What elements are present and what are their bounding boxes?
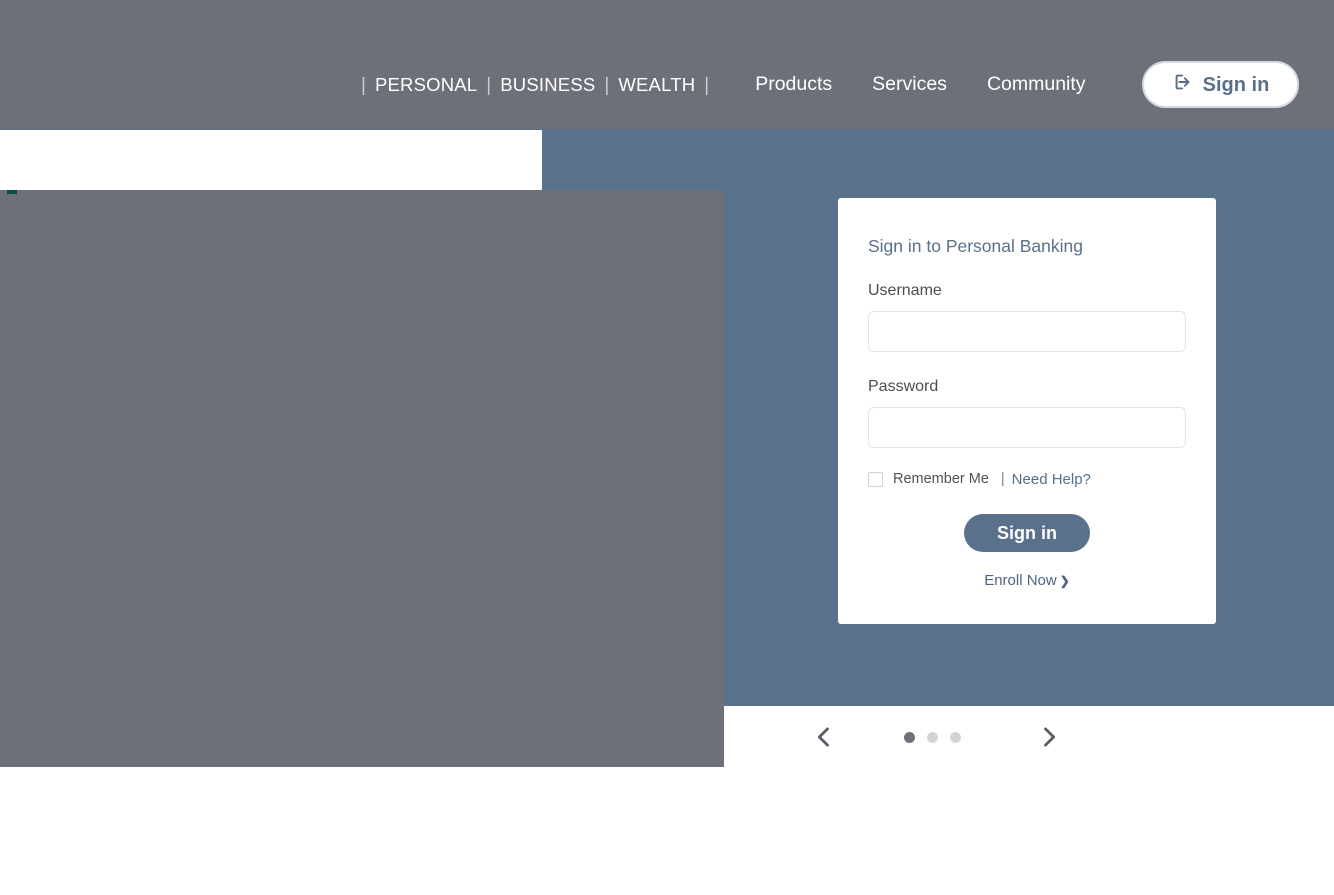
page-root: | PERSONAL | BUSINESS | WEALTH | Product… — [0, 0, 1334, 895]
nav-separator: | — [361, 74, 366, 96]
username-label: Username — [868, 282, 942, 299]
password-input[interactable] — [868, 407, 1186, 448]
header-signin-button[interactable]: Sign in — [1142, 61, 1299, 108]
remember-me-label: Remember Me — [893, 470, 989, 487]
chevron-left-icon — [817, 727, 829, 747]
remember-separator: | — [1000, 470, 1005, 487]
login-card-title: Sign in to Personal Banking — [868, 236, 1083, 256]
username-input[interactable] — [868, 311, 1186, 352]
header-signin-label: Sign in — [1202, 73, 1270, 96]
nav-item-community[interactable]: Community — [987, 75, 1086, 95]
nav-item-products[interactable]: Products — [755, 75, 832, 95]
carousel-controls — [724, 706, 1334, 767]
carousel-prev-button[interactable] — [810, 723, 838, 751]
nav-separator: | — [604, 74, 610, 96]
nav-separator: | — [486, 74, 492, 96]
login-card: Sign in to Personal Banking Username Pas… — [838, 198, 1216, 624]
need-help-link[interactable]: Need Help? — [1012, 472, 1091, 487]
remember-me-checkbox[interactable] — [868, 471, 883, 487]
carousel-dots — [904, 732, 961, 743]
nav-item-wealth[interactable]: WEALTH — [618, 75, 695, 95]
carousel-next-button[interactable] — [1035, 723, 1063, 751]
login-icon — [1172, 71, 1194, 98]
main-navigation: | PERSONAL | BUSINESS | WEALTH | Product… — [0, 0, 1334, 129]
carousel-dot-2[interactable] — [927, 732, 938, 743]
chevron-right-icon: ❯ — [1059, 574, 1070, 588]
accent-marker — [7, 190, 17, 194]
remember-me-row: Remember Me | Need Help? — [868, 470, 1091, 488]
nav-item-services[interactable]: Services — [872, 75, 947, 95]
signin-submit-button[interactable]: Sign in — [964, 514, 1090, 552]
nav-list: | PERSONAL | BUSINESS | WEALTH | Product… — [352, 68, 1086, 102]
carousel-dot-3[interactable] — [950, 732, 961, 743]
enroll-now-label: Enroll Now — [984, 572, 1057, 589]
nav-item-business[interactable]: BUSINESS — [500, 75, 595, 95]
carousel-dot-1[interactable] — [904, 732, 915, 743]
hero-media-block — [0, 190, 724, 767]
nav-separator: | — [704, 74, 710, 96]
nav-item-personal[interactable]: PERSONAL — [375, 75, 477, 95]
chevron-right-icon — [1044, 727, 1056, 747]
content-white-strip — [0, 130, 542, 190]
password-label: Password — [868, 378, 939, 395]
site-header: | PERSONAL | BUSINESS | WEALTH | Product… — [0, 0, 1334, 129]
enroll-now-link[interactable]: Enroll Now ❯ — [838, 573, 1216, 588]
